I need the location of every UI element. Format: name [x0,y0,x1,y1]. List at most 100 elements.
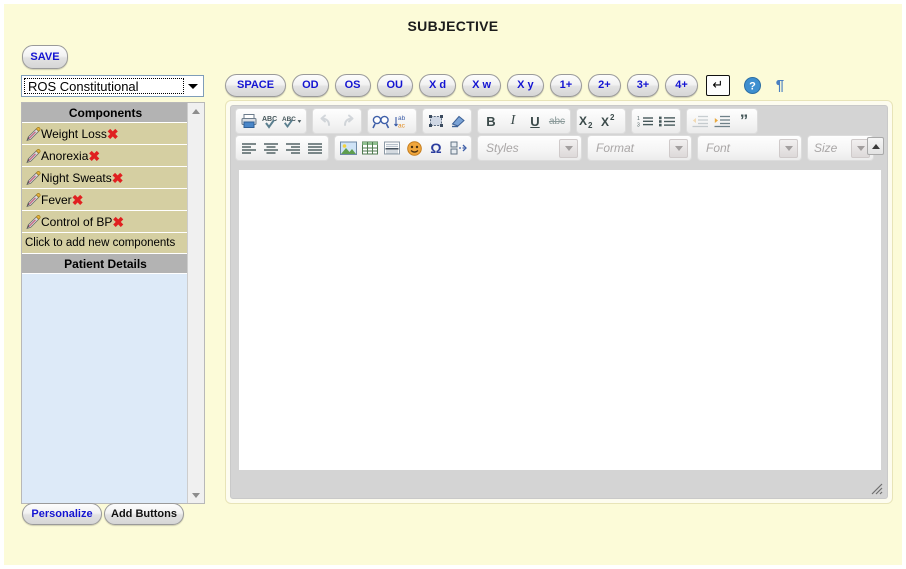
macro-1plus[interactable]: 1+ [549,73,583,97]
pencil-icon[interactable] [26,214,41,229]
pilcrow-icon[interactable]: ¶ [776,77,784,94]
decrease-indent-icon [689,111,711,131]
add-buttons-button[interactable]: Add Buttons [104,503,184,525]
chevron-down-icon[interactable] [185,78,201,94]
toolbar-group-2 [312,108,362,134]
subscript-icon[interactable]: X2 [579,111,601,131]
pencil-icon[interactable] [26,126,41,141]
add-component-row[interactable]: Click to add new components [22,233,189,254]
delete-component-icon[interactable]: ✖ [72,193,84,207]
special-char-icon[interactable]: Ω [425,138,447,158]
print-icon[interactable] [238,111,260,131]
svg-text:X: X [601,115,609,129]
help-circle-icon[interactable]: ? [743,76,761,94]
component-row[interactable]: Control of BP ✖ [22,211,189,233]
spell-check-options-icon[interactable]: ABC [282,111,304,131]
select-all-icon[interactable] [425,111,447,131]
personalize-button[interactable]: Personalize [22,503,102,525]
table-icon[interactable] [359,138,381,158]
page-title: SUBJECTIVE [407,18,499,34]
component-row[interactable]: Fever ✖ [22,189,189,211]
delete-component-icon[interactable]: ✖ [112,171,124,185]
svg-text:ABC: ABC [262,116,277,123]
scroll-down-arrow-icon[interactable] [188,487,204,503]
rich-text-editor: ABC ABC ab ac B I Uabc X 2 X 2 1 3 ” Ω Styles Format Fon… [230,105,888,499]
delete-component-icon[interactable]: ✖ [88,149,100,163]
enter-key-icon[interactable]: ↵ [705,74,730,96]
align-left-icon[interactable] [238,138,260,158]
font-combo[interactable]: Font [697,135,802,161]
chevron-down-icon[interactable] [669,138,688,158]
delete-component-icon[interactable]: ✖ [112,215,124,229]
justify-icon[interactable] [304,138,326,158]
svg-text:3: 3 [637,123,640,129]
components-list: Components Weight Loss ✖ Anorexia ✖ Night Sw… [22,103,189,503]
macro-od[interactable]: OD [292,73,329,97]
horizontal-rule-icon[interactable] [381,138,403,158]
size-combo[interactable]: Size [807,135,874,161]
pencil-icon[interactable] [26,192,41,207]
component-row[interactable]: Anorexia ✖ [22,145,189,167]
remove-format-icon[interactable] [447,111,469,131]
chevron-down-icon[interactable] [559,138,578,158]
chevron-down-icon[interactable] [779,138,798,158]
svg-text:ab: ab [398,115,406,122]
align-right-icon[interactable] [282,138,304,158]
macro-os[interactable]: OS [334,73,371,97]
styles-combo[interactable]: Styles [477,135,582,161]
toolbar-group-8: ” [686,108,758,134]
page-break-icon[interactable] [447,138,469,158]
components-header: Components [22,103,189,123]
macro-3plus[interactable]: 3+ [626,73,660,97]
save-button[interactable]: SAVE [22,45,68,69]
resize-grip-icon[interactable] [870,482,883,495]
toolbar-group-4 [422,108,472,134]
italic-icon[interactable]: I [502,111,524,131]
superscript-icon[interactable]: X2 [601,111,623,131]
macro-4plus[interactable]: 4+ [665,73,698,97]
svg-text:ac: ac [398,123,406,130]
component-label: Weight Loss [41,126,107,141]
section-select-value: ROS Constitutional [24,78,184,94]
increase-indent-icon[interactable] [711,111,733,131]
bold-icon[interactable]: B [480,111,502,131]
delete-component-icon[interactable]: ✖ [107,127,119,141]
blockquote-icon[interactable]: ” [733,111,755,131]
numbered-list-icon[interactable]: 13 [634,111,656,131]
macro-xd[interactable]: X d [419,73,457,97]
toolbar-group-3: ab ac [367,108,417,134]
spell-check-icon[interactable]: ABC [260,111,282,131]
bulleted-list-icon[interactable] [656,111,678,131]
toolbar-group-10: Ω [334,135,472,161]
find-icon[interactable] [370,111,392,131]
pencil-icon[interactable] [26,148,41,163]
strikethrough-icon-glyph: abc [548,115,566,127]
strikethrough-icon[interactable]: abc [546,111,568,131]
image-icon[interactable] [337,138,359,158]
sidebar-scrollbar[interactable] [187,103,204,503]
editor-content-area[interactable] [239,170,881,470]
component-label: Night Sweats [41,170,112,185]
patient-details-header[interactable]: Patient Details [22,254,189,274]
component-row[interactable]: Night Sweats ✖ [22,167,189,189]
svg-text:1: 1 [637,116,640,122]
replace-icon[interactable]: ab ac [392,111,414,131]
toolbar-group-6: X2X2 [576,108,626,134]
scroll-up-arrow-icon[interactable] [188,103,204,119]
pencil-icon[interactable] [26,170,41,185]
format-combo[interactable]: Format [587,135,692,161]
underline-icon[interactable]: U [524,111,546,131]
macro-xy[interactable]: X y [507,73,544,97]
component-row[interactable]: Weight Loss ✖ [22,123,189,145]
macro-ou[interactable]: OU [376,73,413,97]
collapse-toolbar-icon[interactable] [867,137,884,155]
macro-2plus[interactable]: 2+ [588,73,621,97]
macro-xw[interactable]: X w [462,73,502,97]
editor-toolbar-row-1: ABC ABC ab ac B I Uabc X 2 X 2 1 3 ” [231,106,887,134]
smiley-icon[interactable] [403,138,425,158]
format-combo-label: Format [596,141,635,155]
macro-space[interactable]: SPACE [225,73,287,97]
styles-combo-label: Styles [486,141,519,155]
align-center-icon[interactable] [260,138,282,158]
section-select[interactable]: ROS Constitutional [21,75,204,97]
